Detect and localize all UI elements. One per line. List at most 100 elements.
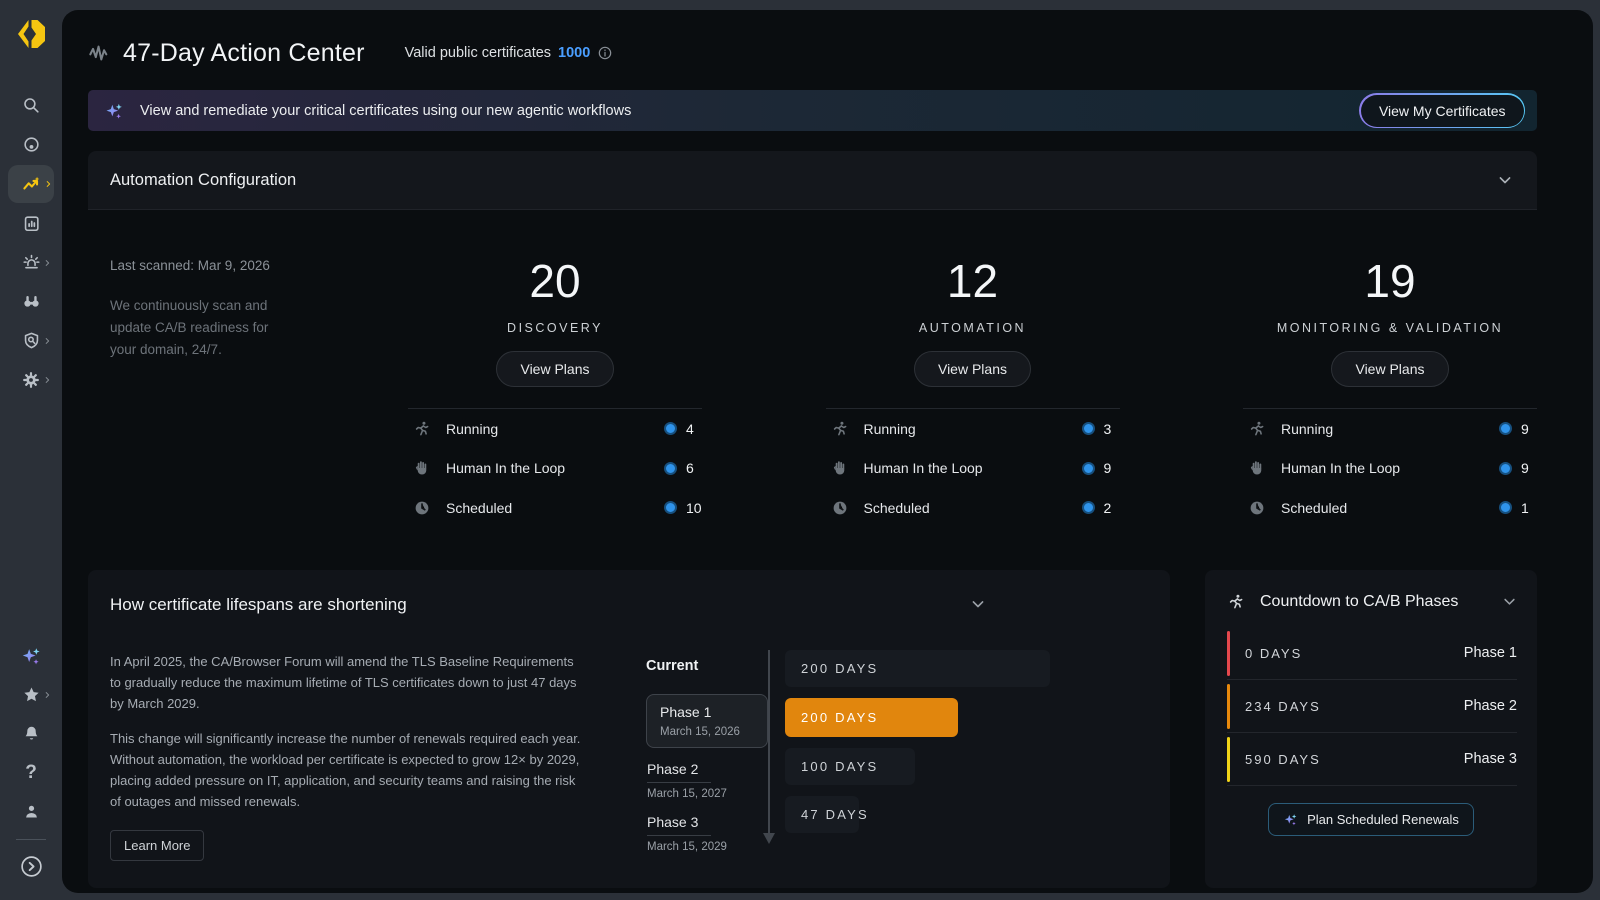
status-dot — [1082, 422, 1095, 435]
lifespans-paragraph-2: This change will significantly increase … — [110, 729, 588, 812]
sidebar: ? — [0, 0, 62, 900]
chevron-down-icon[interactable] — [1495, 170, 1515, 190]
chevron-right-icon — [43, 375, 52, 384]
sidebar-item-help[interactable]: ? — [9, 753, 53, 792]
sidebar-item-search[interactable] — [9, 86, 53, 125]
running-icon — [1227, 593, 1245, 611]
stat-value: 9 — [1521, 460, 1537, 476]
status-dot — [1499, 501, 1512, 514]
user-icon — [22, 802, 41, 821]
stat-row-running: Running 4 — [408, 409, 702, 449]
scan-description: We continuously scan and update CA/B rea… — [110, 295, 290, 361]
running-icon — [1248, 420, 1266, 438]
phase-item-3[interactable]: Phase 3 March 15, 2029 — [646, 814, 768, 853]
sidebar-item-profile[interactable] — [9, 792, 53, 831]
sidebar-item-inspection[interactable] — [9, 321, 53, 360]
countdown-title: Countdown to CA/B Phases — [1260, 593, 1500, 611]
info-icon[interactable] — [597, 45, 613, 61]
last-scanned-text: Last scanned: Mar 9, 2026 — [110, 258, 408, 273]
chevron-down-icon[interactable] — [968, 594, 988, 614]
stat-row-running: Running 3 — [826, 409, 1120, 449]
stat-value: 6 — [686, 460, 702, 476]
lifespans-paragraph-1: In April 2025, the CA/Browser Forum will… — [110, 652, 588, 714]
alarm-icon — [22, 253, 41, 272]
main-window: 47-Day Action Center Valid public certif… — [62, 10, 1593, 893]
phase-color-bar — [1227, 684, 1230, 729]
target-icon — [22, 135, 41, 154]
clock-icon — [413, 499, 431, 517]
sidebar-item-discovery[interactable] — [9, 282, 53, 321]
agentic-workflows-banner: View and remediate your critical certifi… — [88, 90, 1537, 131]
hand-icon — [1248, 459, 1266, 477]
status-dot — [1082, 462, 1095, 475]
clock-icon — [1248, 499, 1266, 517]
phase-item-2[interactable]: Phase 2 March 15, 2027 — [646, 761, 768, 800]
lifespans-text: In April 2025, the CA/Browser Forum will… — [110, 652, 588, 861]
view-plans-button[interactable]: View Plans — [1331, 351, 1448, 387]
app-logo[interactable] — [13, 16, 49, 52]
status-dot — [1499, 422, 1512, 435]
lifespan-bar: 47 DAYS — [785, 796, 859, 833]
stat-value: 2 — [1104, 500, 1120, 516]
sparkle-icon — [104, 101, 124, 121]
plan-scheduled-renewals-button[interactable]: Plan Scheduled Renewals — [1268, 803, 1474, 836]
current-label: Current — [646, 658, 768, 674]
section-title: Automation Configuration — [110, 171, 296, 190]
valid-certs-count[interactable]: 1000 — [558, 45, 590, 61]
status-dot — [664, 501, 677, 514]
search-icon — [22, 96, 41, 115]
clock-icon — [831, 499, 849, 517]
stat-row-scheduled: Scheduled 10 — [408, 488, 702, 528]
lifespans-panel: How certificate lifespans are shortening… — [88, 570, 1170, 888]
stat-value: 3 — [1104, 421, 1120, 437]
bell-icon — [22, 724, 41, 743]
running-icon — [831, 420, 849, 438]
sparkle-icon — [1283, 812, 1298, 827]
hand-icon — [413, 459, 431, 477]
sidebar-item-ai[interactable] — [9, 636, 53, 675]
status-dot — [664, 462, 677, 475]
sidebar-item-action-center[interactable] — [8, 165, 54, 203]
sidebar-item-settings[interactable] — [9, 360, 53, 399]
sidebar-item-target[interactable] — [9, 125, 53, 164]
phase-item-1[interactable]: Phase 1 March 15, 2026 — [646, 694, 768, 748]
expand-circle-icon — [19, 854, 44, 879]
chevron-right-icon — [43, 336, 52, 345]
stat-value: 9 — [1104, 460, 1120, 476]
status-dot — [1082, 501, 1095, 514]
binoculars-icon — [22, 292, 41, 311]
stat-row-scheduled: Scheduled 1 — [1243, 488, 1537, 528]
stat-value: 9 — [1521, 421, 1537, 437]
automation-column-automation: 12 AUTOMATION View Plans Running 3 Human… — [826, 258, 1120, 528]
chevron-right-icon — [43, 690, 52, 699]
star-icon — [22, 685, 41, 704]
sidebar-item-reports[interactable] — [9, 204, 53, 243]
stat-row-running: Running 9 — [1243, 409, 1537, 449]
chevron-down-icon[interactable] — [1500, 592, 1519, 611]
sidebar-divider — [16, 839, 46, 840]
countdown-row-phase-3: 590 DAYS Phase 3 — [1227, 733, 1517, 786]
phase-timeline-list: Current Phase 1 March 15, 2026 Phase 2 M… — [646, 658, 768, 867]
lifespans-title: How certificate lifespans are shortening — [110, 595, 407, 615]
timeline-arrow — [768, 650, 770, 834]
sidebar-expand-button[interactable] — [9, 847, 53, 886]
status-dot — [664, 422, 677, 435]
shield-search-icon — [22, 331, 41, 350]
view-plans-button[interactable]: View Plans — [914, 351, 1031, 387]
stat-value: 1 — [1521, 500, 1537, 516]
pulse-icon — [88, 42, 110, 64]
page-header: 47-Day Action Center Valid public certif… — [88, 10, 1537, 88]
countdown-row-phase-2: 234 DAYS Phase 2 — [1227, 680, 1517, 733]
column-label: AUTOMATION — [919, 321, 1026, 335]
sidebar-item-alerts[interactable] — [9, 243, 53, 282]
gear-icon — [21, 370, 41, 390]
sidebar-item-favorites[interactable] — [9, 675, 53, 714]
view-my-certificates-button[interactable]: View My Certificates — [1359, 93, 1525, 128]
sidebar-item-notifications[interactable] — [9, 714, 53, 753]
view-plans-button[interactable]: View Plans — [496, 351, 613, 387]
automation-configuration-header[interactable]: Automation Configuration — [88, 151, 1537, 210]
learn-more-button[interactable]: Learn More — [110, 830, 204, 861]
status-dot — [1499, 462, 1512, 475]
column-label: DISCOVERY — [507, 321, 603, 335]
stat-value: 4 — [686, 421, 702, 437]
